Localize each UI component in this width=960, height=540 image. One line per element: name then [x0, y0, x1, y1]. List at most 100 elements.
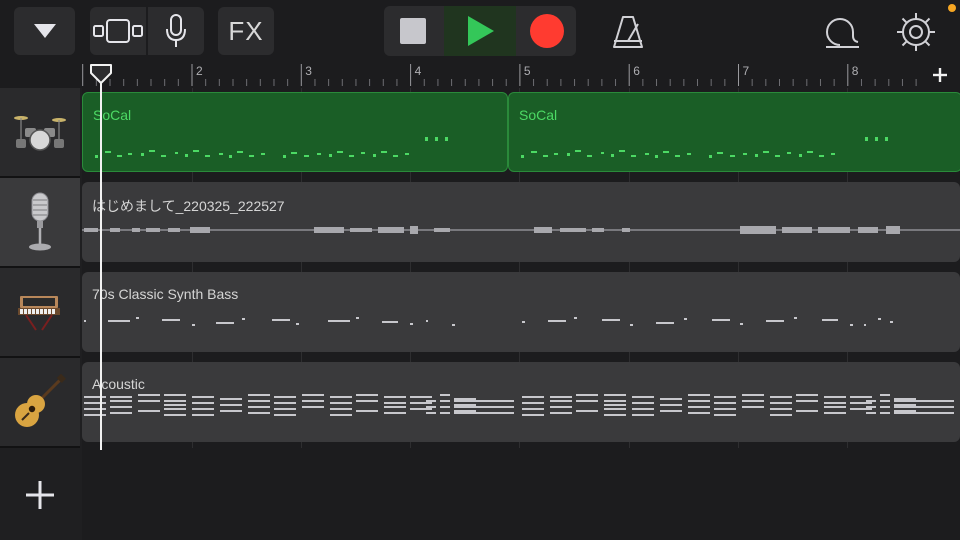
midi-note: [440, 406, 450, 408]
ruler-bar-number: 3: [305, 64, 312, 78]
midi-note: [604, 400, 626, 402]
microphone-icon: [29, 192, 51, 251]
midi-note: [454, 398, 476, 400]
midi-note: [824, 396, 846, 398]
metronome-button[interactable]: [600, 10, 656, 54]
midi-note: [894, 398, 916, 400]
midi-note: [302, 394, 324, 396]
midi-note: [192, 402, 214, 404]
stop-icon: [400, 18, 426, 44]
midi-note: [660, 410, 682, 412]
plus-icon: [26, 481, 54, 509]
midi-note: [410, 408, 432, 410]
midi-note: [248, 400, 270, 402]
notification-dot: [948, 4, 956, 12]
midi-note: [220, 410, 242, 412]
play-button[interactable]: [444, 6, 516, 56]
midi-note: [824, 406, 846, 408]
midi-note: [796, 410, 818, 412]
track-header-drums[interactable]: [0, 88, 80, 178]
midi-note: [550, 400, 572, 402]
midi-note: [426, 412, 436, 414]
region-acoustic[interactable]: Acoustic: [82, 362, 960, 442]
loop-browser-button[interactable]: [812, 10, 868, 54]
midi-note: [522, 402, 544, 404]
control-bar: FX: [0, 0, 960, 62]
midi-note: [138, 400, 160, 402]
synthesizer-icon: [18, 296, 60, 331]
midi-note: [138, 394, 160, 396]
fx-button[interactable]: FX: [218, 7, 274, 55]
track-header-synth-bass[interactable]: [0, 268, 80, 358]
midi-note: [164, 400, 186, 402]
midi-note: [866, 412, 876, 414]
midi-note: [426, 406, 436, 408]
midi-note: [824, 412, 846, 414]
midi-note: [894, 412, 954, 414]
midi-note: [192, 396, 214, 398]
midi-note: [714, 396, 736, 398]
midi-note: [850, 396, 872, 398]
region-audio-recording[interactable]: はじめまして_220325_222527: [82, 182, 960, 262]
ruler-bar-number: 4: [415, 64, 422, 78]
midi-note: [688, 400, 710, 402]
timeline-ruler[interactable]: 2 3 4 5 6 7 8: [82, 62, 920, 88]
record-button[interactable]: [518, 6, 576, 56]
lane-synth-bass: 70s Classic Synth Bass: [82, 268, 960, 358]
midi-note: [440, 394, 450, 396]
midi-note: [714, 414, 736, 416]
drum-pattern: [521, 137, 888, 158]
midi-note: [356, 410, 378, 412]
acoustic-guitar-icon: [15, 374, 66, 427]
midi-note: [770, 408, 792, 410]
midi-note: [248, 412, 270, 414]
playhead-handle[interactable]: [89, 63, 113, 85]
midi-note: [632, 396, 654, 398]
midi-note: [866, 406, 876, 408]
loop-icon: [826, 18, 859, 48]
track-header-acoustic-guitar[interactable]: [0, 358, 80, 448]
midi-notes: [84, 394, 954, 416]
region-70s-classic-synth-bass[interactable]: 70s Classic Synth Bass: [82, 272, 960, 352]
midi-note: [274, 414, 296, 416]
track-view-icon: [93, 19, 143, 43]
drum-pattern: [95, 137, 448, 158]
stop-button[interactable]: [384, 6, 442, 56]
midi-note: [410, 402, 432, 404]
midi-note: [824, 402, 846, 404]
audio-waveform: [82, 226, 960, 234]
tracks-view-button[interactable]: [90, 7, 146, 55]
midi-note: [454, 404, 476, 406]
midi-note: [796, 400, 818, 402]
midi-note: [576, 410, 598, 412]
lane-acoustic-guitar: Acoustic: [82, 358, 960, 448]
midi-note: [110, 400, 132, 402]
midi-note: [84, 396, 106, 398]
midi-note: [164, 394, 186, 396]
browser-button[interactable]: [14, 7, 75, 55]
fx-label: FX: [228, 15, 264, 46]
play-icon: [468, 16, 494, 46]
midi-note: [632, 408, 654, 410]
lane-audio-recorder: はじめまして_220325_222527: [82, 178, 960, 268]
midi-note: [192, 408, 214, 410]
settings-button[interactable]: [888, 10, 944, 54]
midi-note: [604, 408, 626, 410]
midi-note: [454, 406, 514, 408]
midi-note: [384, 412, 406, 414]
region-socal-1[interactable]: SoCal: [82, 92, 508, 172]
tracks-area: SoCal SoCal はじめまして_220325_222527 70s Cla…: [82, 88, 960, 540]
midi-note: [302, 400, 324, 402]
midi-note: [688, 394, 710, 396]
midi-notes: [84, 317, 893, 326]
instrument-button[interactable]: [148, 7, 204, 55]
midi-note: [274, 402, 296, 404]
midi-note: [550, 412, 572, 414]
add-section-button[interactable]: [920, 62, 960, 88]
drum-kit-icon: [14, 116, 66, 151]
midi-note: [302, 406, 324, 408]
track-header-audio-recorder[interactable]: [0, 178, 80, 268]
add-track-button[interactable]: [0, 450, 80, 540]
region-socal-2[interactable]: SoCal: [508, 92, 960, 172]
track-headers: [0, 88, 82, 540]
